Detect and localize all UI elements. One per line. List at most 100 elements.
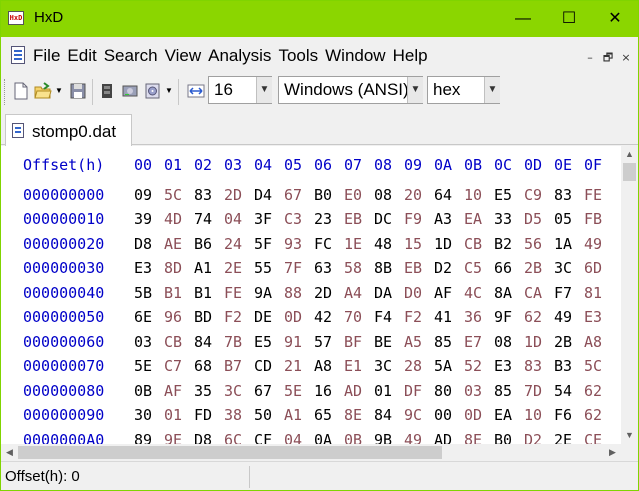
toolbar-grip[interactable] — [4, 79, 7, 105]
hex-byte[interactable]: 5C — [164, 183, 194, 208]
hex-byte[interactable]: 64 — [434, 183, 464, 208]
hex-byte[interactable]: 2D — [224, 183, 254, 208]
hex-byte[interactable]: 62 — [524, 305, 554, 330]
hex-byte[interactable]: 85 — [494, 379, 524, 404]
hex-byte[interactable]: 3F — [254, 207, 284, 232]
close-button[interactable]: ✕ — [592, 1, 638, 37]
hex-byte[interactable]: 03 — [134, 330, 164, 355]
hex-byte[interactable]: EA — [494, 403, 524, 428]
hex-byte[interactable]: 24 — [224, 232, 254, 257]
hex-byte[interactable]: 8B — [374, 256, 404, 281]
hex-byte[interactable]: 5C — [584, 354, 614, 379]
hex-byte[interactable]: 36 — [464, 305, 494, 330]
hex-byte[interactable]: 54 — [554, 379, 584, 404]
hex-byte[interactable]: 21 — [284, 354, 314, 379]
menu-edit[interactable]: Edit — [67, 46, 101, 66]
hex-byte[interactable]: D8 — [134, 232, 164, 257]
vertical-scroll-thumb[interactable] — [623, 163, 636, 181]
hex-byte[interactable]: BF — [344, 330, 374, 355]
hex-byte[interactable]: 67 — [254, 379, 284, 404]
hex-byte[interactable]: 5E — [134, 354, 164, 379]
hex-byte[interactable]: CA — [524, 281, 554, 306]
hex-byte[interactable]: C7 — [164, 354, 194, 379]
hex-byte[interactable]: BE — [374, 330, 404, 355]
hex-byte[interactable]: 2B — [524, 256, 554, 281]
hex-byte[interactable]: 50 — [254, 403, 284, 428]
hex-byte[interactable]: 85 — [434, 330, 464, 355]
hex-byte[interactable]: 5A — [434, 354, 464, 379]
hex-byte[interactable]: 3C — [554, 256, 584, 281]
hex-byte[interactable]: F9 — [404, 207, 434, 232]
hex-byte[interactable]: C5 — [464, 256, 494, 281]
hex-byte[interactable]: 8D — [164, 256, 194, 281]
hex-byte[interactable]: 91 — [284, 330, 314, 355]
hex-byte[interactable]: DA — [374, 281, 404, 306]
hex-byte[interactable]: FB — [584, 207, 614, 232]
hex-byte[interactable]: 05 — [554, 207, 584, 232]
hex-byte[interactable]: DC — [374, 207, 404, 232]
hex-byte[interactable]: E1 — [344, 354, 374, 379]
scroll-left-arrow-icon[interactable]: ◀ — [1, 444, 18, 461]
hex-byte[interactable]: 7D — [524, 379, 554, 404]
horizontal-scrollbar[interactable]: ◀ ▶ — [1, 444, 621, 461]
hex-byte[interactable]: C3 — [284, 207, 314, 232]
hex-byte[interactable]: B2 — [494, 232, 524, 257]
menu-file[interactable]: File — [33, 46, 65, 66]
hex-byte[interactable]: 01 — [164, 403, 194, 428]
minimize-button[interactable]: — — [500, 1, 546, 37]
hex-byte[interactable]: 5B — [134, 281, 164, 306]
hex-byte[interactable]: 6D — [584, 256, 614, 281]
hex-byte[interactable]: 42 — [314, 305, 344, 330]
hex-byte[interactable]: 00 — [434, 403, 464, 428]
hex-byte[interactable]: E5 — [254, 330, 284, 355]
hex-byte[interactable]: 93 — [284, 232, 314, 257]
hex-byte[interactable]: FD — [194, 403, 224, 428]
hex-byte[interactable]: 4C — [464, 281, 494, 306]
hex-byte[interactable]: 23 — [314, 207, 344, 232]
hex-byte[interactable]: A4 — [344, 281, 374, 306]
hex-byte[interactable]: 3C — [224, 379, 254, 404]
hex-byte[interactable]: 58 — [344, 256, 374, 281]
hex-byte[interactable]: B1 — [164, 281, 194, 306]
hex-byte[interactable]: 33 — [494, 207, 524, 232]
hex-byte[interactable]: 49 — [554, 305, 584, 330]
hex-byte[interactable]: 70 — [344, 305, 374, 330]
hex-editor-view[interactable]: Offset(h) 00 01 02 03 04 05 06 07 08 09 0A 0B 0C 0D 0E… — [1, 146, 638, 461]
mdi-restore-button[interactable]: 🗗 — [601, 51, 615, 65]
menu-help[interactable]: Help — [393, 46, 433, 66]
hex-byte[interactable]: 84 — [194, 330, 224, 355]
hex-byte[interactable]: 63 — [314, 256, 344, 281]
hex-byte[interactable]: BD — [194, 305, 224, 330]
hex-byte[interactable]: 9A — [254, 281, 284, 306]
hex-byte[interactable]: 66 — [494, 256, 524, 281]
hex-byte[interactable]: 20 — [404, 183, 434, 208]
hex-byte[interactable]: 1D — [524, 330, 554, 355]
hex-byte[interactable]: F2 — [404, 305, 434, 330]
hex-byte[interactable]: AD — [344, 379, 374, 404]
hex-byte[interactable]: EB — [404, 256, 434, 281]
disk-dropdown-arrow-icon[interactable]: ▼ — [164, 82, 174, 100]
hex-byte[interactable]: 62 — [584, 403, 614, 428]
hex-byte[interactable]: 03 — [464, 379, 494, 404]
hex-byte[interactable]: 7F — [284, 256, 314, 281]
open-file-icon[interactable] — [34, 82, 52, 100]
hex-byte[interactable]: 2D — [314, 281, 344, 306]
hex-byte[interactable]: E5 — [494, 183, 524, 208]
hex-byte[interactable]: CB — [464, 232, 494, 257]
hex-byte[interactable]: 57 — [314, 330, 344, 355]
scroll-down-arrow-icon[interactable]: ▼ — [621, 427, 638, 444]
menu-analysis[interactable]: Analysis — [208, 46, 276, 66]
bytes-per-row-dropdown-arrow-icon[interactable]: ▼ — [256, 77, 272, 103]
menu-view[interactable]: View — [165, 46, 207, 66]
hex-byte[interactable]: 8A — [494, 281, 524, 306]
hex-byte[interactable]: D4 — [254, 183, 284, 208]
hex-byte[interactable]: F6 — [554, 403, 584, 428]
hex-byte[interactable]: 8E — [344, 403, 374, 428]
hex-byte[interactable]: B6 — [194, 232, 224, 257]
hex-byte[interactable]: 74 — [194, 207, 224, 232]
hex-byte[interactable]: 04 — [224, 207, 254, 232]
hex-byte[interactable]: F2 — [224, 305, 254, 330]
menu-search[interactable]: Search — [104, 46, 163, 66]
hex-byte[interactable]: 38 — [224, 403, 254, 428]
hex-byte[interactable]: 80 — [434, 379, 464, 404]
